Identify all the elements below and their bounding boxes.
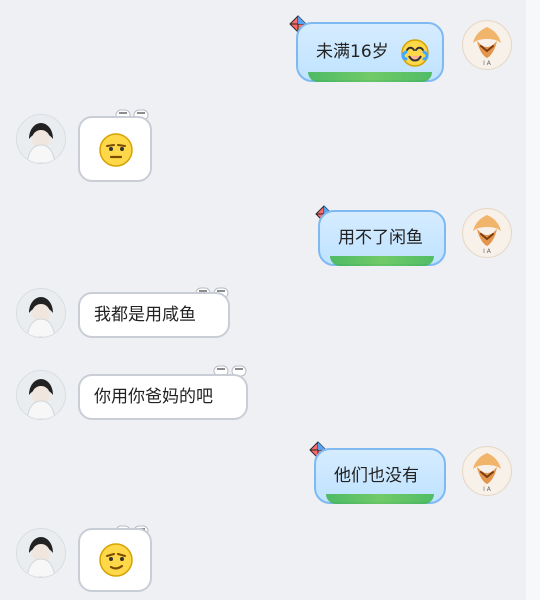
avatar-other[interactable] (16, 114, 66, 164)
message-bubble[interactable]: 我都是用咸鱼 (78, 292, 230, 338)
message-text: 他们也没有 (334, 465, 419, 486)
person-avatar-icon (17, 529, 65, 577)
message-row-left (0, 520, 540, 600)
lion-sticker-avatar-icon: I A (464, 22, 510, 68)
message-bubble[interactable]: 他们也没有 (314, 448, 446, 504)
message-row-right: 他们也没有 I A (0, 432, 540, 518)
message-bubble[interactable]: 你用你爸妈的吧 (78, 374, 248, 420)
squinting-face-icon (98, 132, 134, 168)
person-avatar-icon (17, 371, 65, 419)
message-row-left (0, 98, 540, 190)
avatar-other[interactable] (16, 528, 66, 578)
message-row-left: 我都是用咸鱼 (0, 282, 540, 346)
message-text: 用不了闲鱼 (338, 227, 423, 248)
svg-text:I A: I A (483, 248, 492, 255)
message-row-right: 未满16岁 I A (0, 8, 540, 96)
lion-sticker-avatar-icon: I A (464, 210, 510, 256)
avatar-other[interactable] (16, 370, 66, 420)
person-avatar-icon (17, 289, 65, 337)
svg-text:I A: I A (483, 60, 492, 67)
svg-text:I A: I A (483, 486, 492, 493)
person-avatar-icon (17, 115, 65, 163)
avatar-self[interactable]: I A (462, 208, 512, 258)
message-bubble[interactable]: 用不了闲鱼 (318, 210, 446, 266)
crying-laughing-face-icon (400, 38, 430, 68)
avatar-self[interactable]: I A (462, 20, 512, 70)
chat-window: 未满16岁 I A 用不了闲鱼 I A 我都是用咸鱼 你用你爸妈的吧 他们也没有… (0, 0, 540, 600)
smirking-face-icon (98, 542, 134, 578)
lion-sticker-avatar-icon: I A (464, 448, 510, 494)
message-text: 我都是用咸鱼 (94, 304, 196, 325)
message-row-left: 你用你爸妈的吧 (0, 360, 540, 430)
message-text: 你用你爸妈的吧 (94, 386, 213, 407)
avatar-other[interactable] (16, 288, 66, 338)
message-text: 未满16岁 (316, 41, 389, 62)
message-row-right: 用不了闲鱼 I A (0, 198, 540, 278)
avatar-self[interactable]: I A (462, 446, 512, 496)
